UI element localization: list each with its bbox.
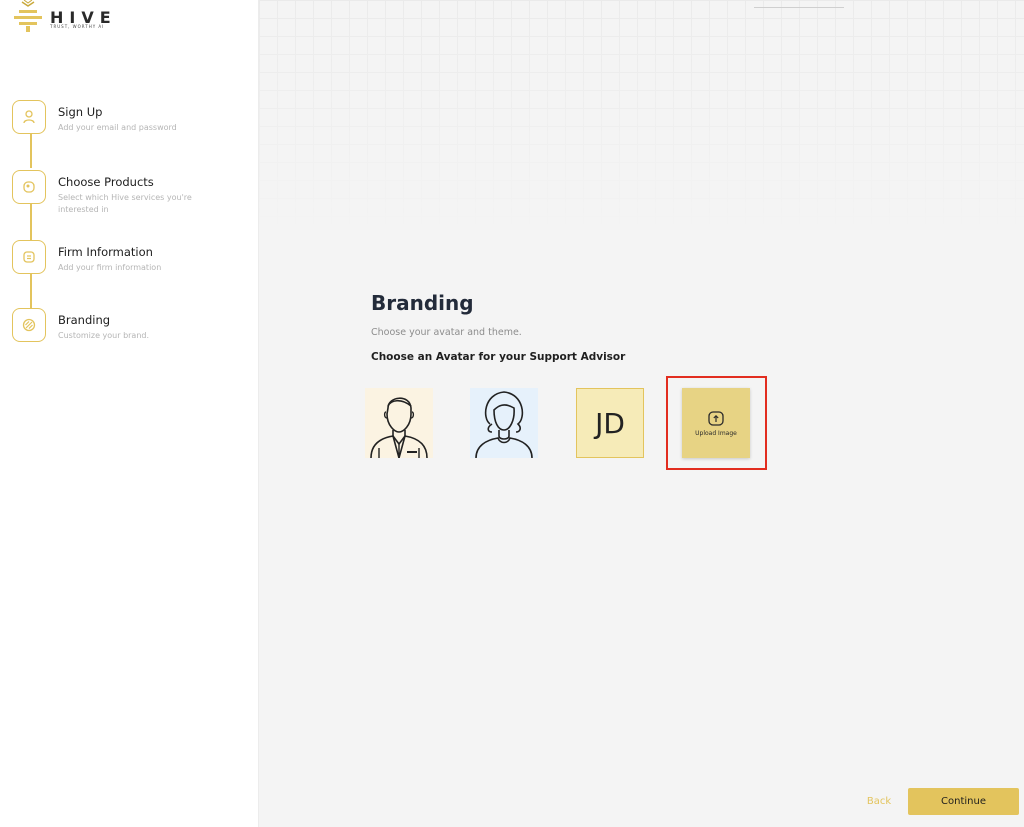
female-avatar-icon: [475, 391, 533, 459]
user-icon: [12, 100, 46, 134]
sidebar: HIVE TRUST, WORTHY AI Sign Up Add your e…: [0, 0, 259, 827]
upload-image-button[interactable]: Upload Image: [682, 388, 750, 458]
avatar-initials-text: JD: [595, 406, 625, 440]
upload-icon: [708, 411, 724, 426]
avatar-option-initials[interactable]: JD: [576, 388, 644, 458]
step-branding[interactable]: Branding Customize your brand.: [12, 308, 252, 376]
step-sign-up[interactable]: Sign Up Add your email and password: [12, 100, 252, 168]
step-description: Add your firm information: [58, 263, 162, 272]
decorative-line: [754, 7, 844, 8]
grid-background: [259, 0, 1024, 230]
logo-tagline: TRUST, WORTHY AI: [50, 24, 105, 29]
page-subtitle: Choose your avatar and theme.: [371, 327, 522, 338]
male-avatar-icon: [370, 397, 428, 462]
step-title: Sign Up: [58, 105, 103, 119]
step-title: Firm Information: [58, 245, 153, 259]
products-icon: [12, 170, 46, 204]
step-description: Add your email and password: [58, 123, 177, 132]
logo: HIVE TRUST, WORTHY AI: [12, 0, 142, 36]
step-description: Select which Hive services you're intere…: [58, 193, 192, 214]
step-description: Customize your brand.: [58, 331, 150, 340]
hive-logo-icon: [14, 0, 42, 32]
back-button[interactable]: Back: [858, 789, 900, 813]
avatar-option-male[interactable]: [365, 388, 433, 462]
upload-label: Upload Image: [695, 430, 737, 437]
avatar-section-label: Choose an Avatar for your Support Adviso…: [371, 351, 626, 363]
step-choose-products[interactable]: Choose Products Select which Hive servic…: [12, 170, 252, 238]
avatar-option-female[interactable]: [470, 388, 538, 459]
onboarding-steps: Sign Up Add your email and password Choo…: [12, 100, 252, 342]
document-icon: [12, 240, 46, 274]
continue-button[interactable]: Continue: [908, 788, 1019, 815]
step-title: Branding: [58, 313, 111, 327]
palette-icon: [12, 308, 46, 342]
step-firm-information[interactable]: Firm Information Add your firm informati…: [12, 240, 252, 308]
main-content: Branding Choose your avatar and theme. C…: [259, 0, 1024, 827]
step-title: Choose Products: [58, 175, 154, 189]
page-title: Branding: [371, 291, 474, 315]
